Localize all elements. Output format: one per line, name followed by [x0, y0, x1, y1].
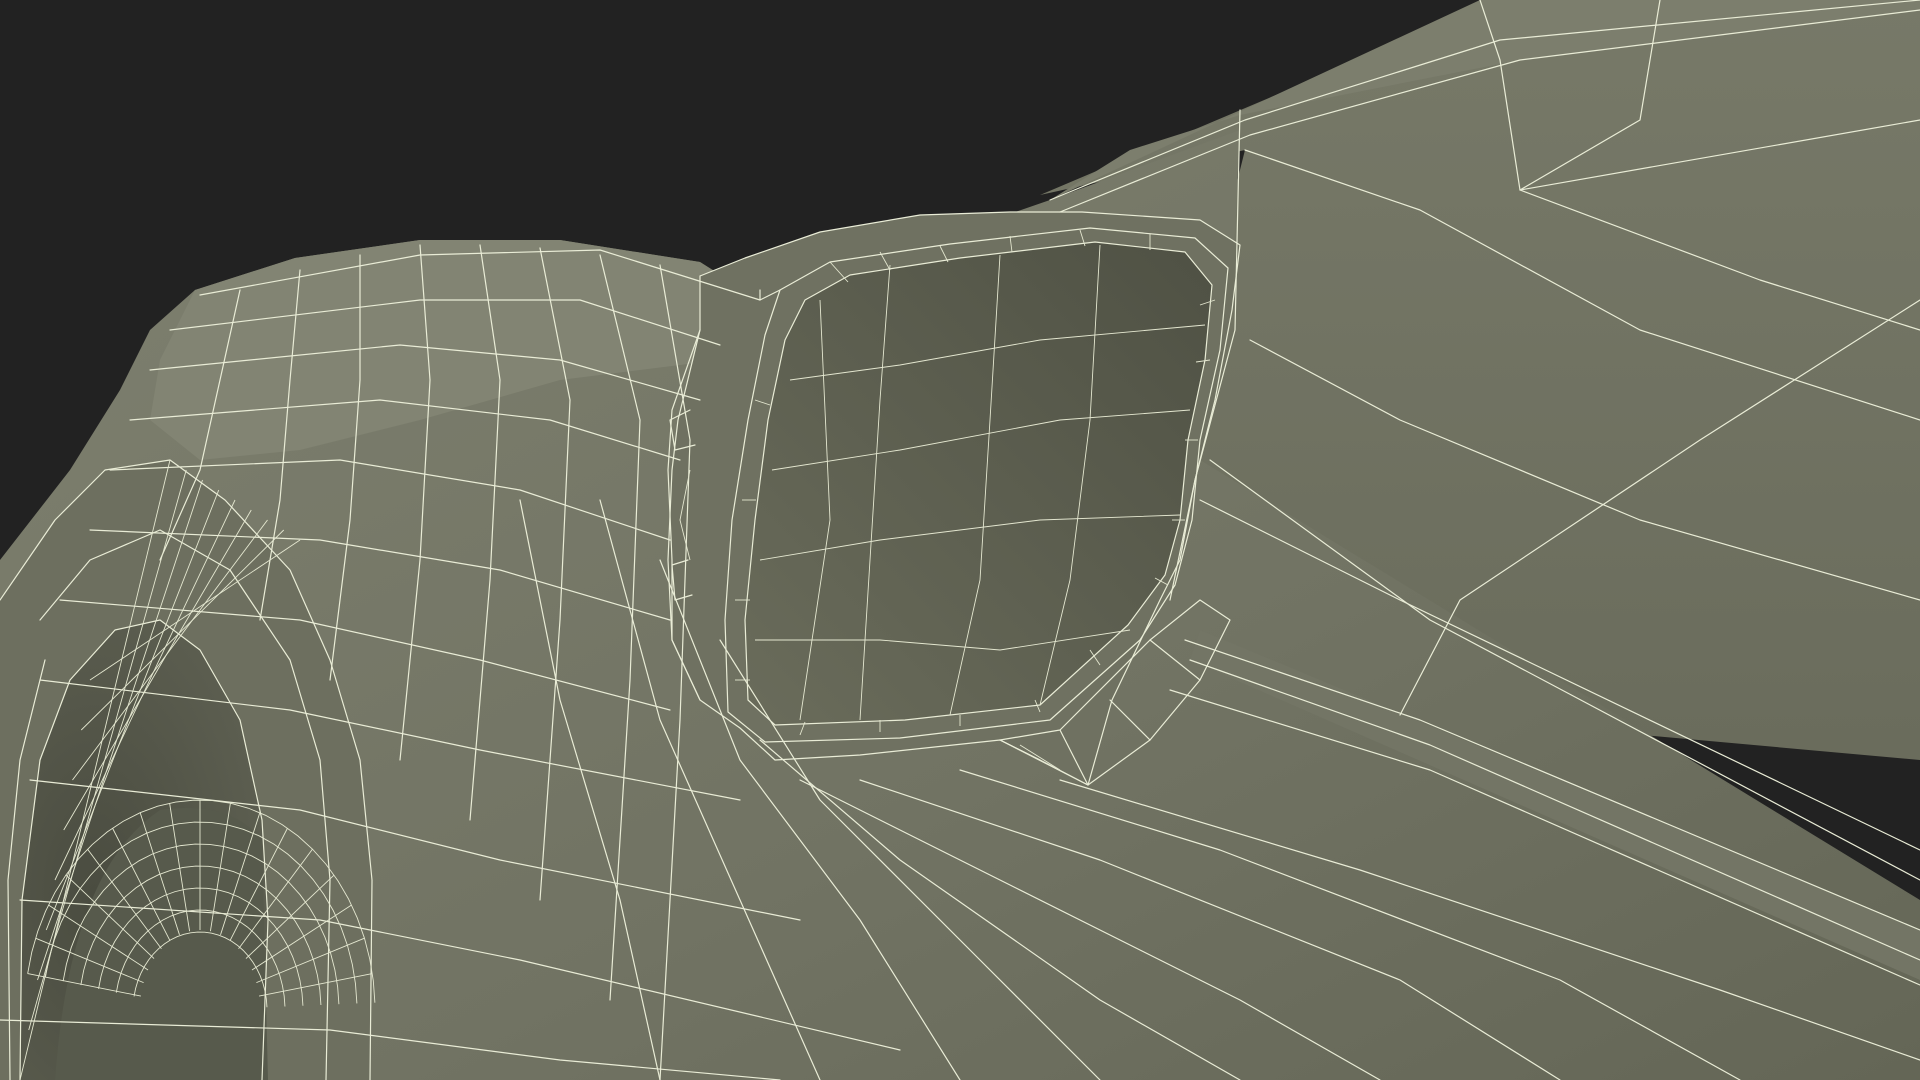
wireframe-scene [0, 0, 1920, 1080]
render-viewport [0, 0, 1920, 1080]
